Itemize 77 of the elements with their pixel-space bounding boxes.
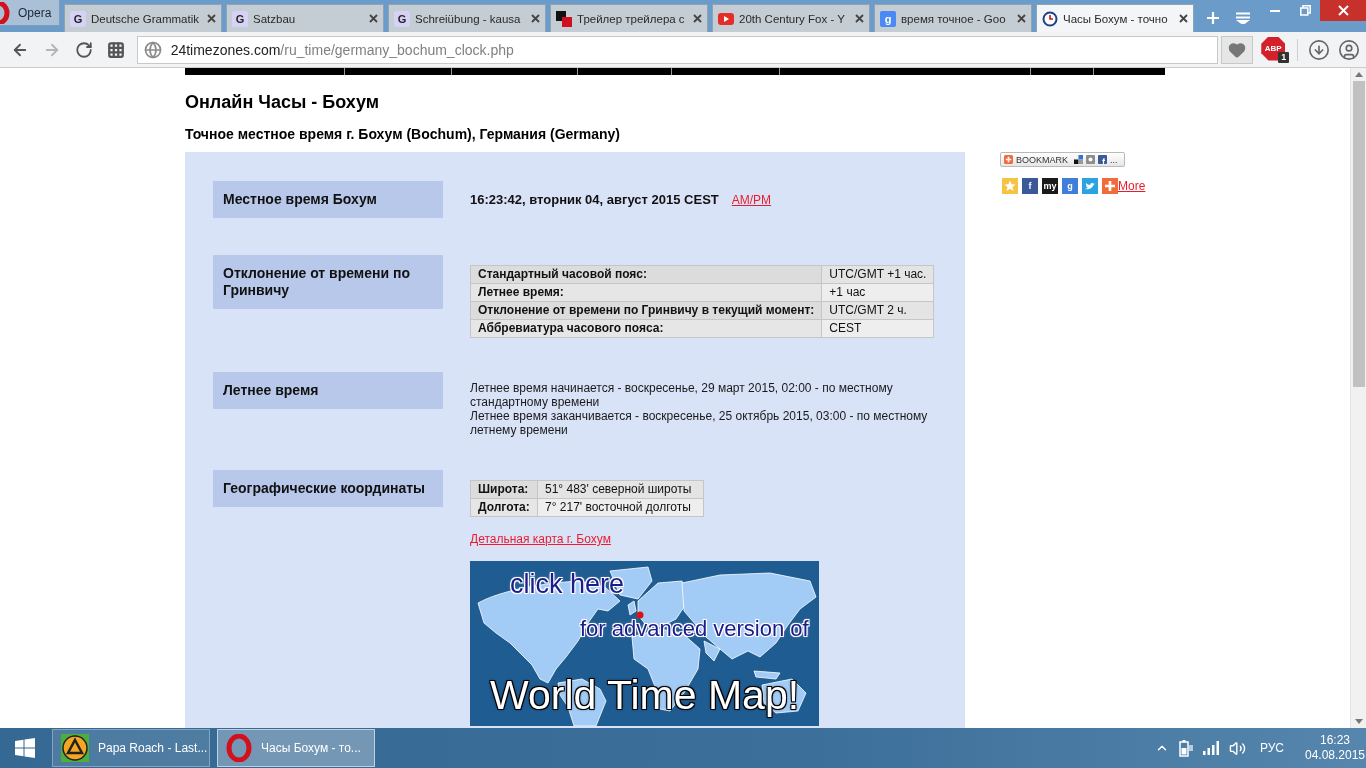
- battery-icon[interactable]: [1178, 739, 1193, 757]
- browser-tab[interactable]: 20th Century Fox - Y: [712, 4, 870, 32]
- browser-tab[interactable]: G Schreiübung - kausa: [388, 4, 546, 32]
- restore-icon: [1299, 5, 1311, 16]
- user-icon: [1338, 38, 1361, 61]
- bird-icon[interactable]: [1082, 178, 1098, 194]
- signal-icon[interactable]: [1202, 741, 1219, 755]
- grid-icon: [106, 40, 125, 59]
- speaker-icon[interactable]: [1228, 739, 1246, 757]
- count-badge: 1: [1278, 51, 1290, 63]
- page-subtitle: Точное местное время г. Бохум (Bochum), Германия (Germany): [185, 125, 621, 143]
- o-logo-icon: [0, 1, 10, 24]
- scrollbar[interactable]: [1350, 68, 1366, 728]
- close-icon[interactable]: [531, 14, 540, 23]
- page-title: Онлайн Часы - Бохум: [185, 91, 381, 113]
- local-time-text: 16:23:42, вторник 04, август 2015 CEST: [470, 192, 719, 208]
- dst-text: Летнее время начинается - воскресенье, 29 март 2015, 02:00 - по местному стандартному времени: [470, 381, 894, 409]
- table-cell: 51° 483' северной широты: [537, 480, 704, 499]
- section-label: Географические координаты: [213, 470, 443, 507]
- heart-icon: [1228, 40, 1247, 59]
- browser-tab[interactable]: Трейлер трейлера с: [550, 4, 708, 32]
- squares-icon: [556, 10, 572, 27]
- share-button[interactable]: g: [1062, 178, 1078, 194]
- clock-icon: [1042, 10, 1058, 27]
- more-link[interactable]: More: [1118, 179, 1146, 193]
- clock[interactable]: 16:23 04.08.2015: [1304, 733, 1366, 763]
- language-indicator[interactable]: РУС: [1259, 741, 1284, 755]
- close-icon[interactable]: [369, 14, 378, 23]
- browser-tab[interactable]: G Deutsche Grammatik: [64, 4, 222, 32]
- close-icon[interactable]: [855, 14, 864, 23]
- play-icon: [718, 12, 734, 25]
- browser-tab[interactable]: Часы Бохум - точно: [1036, 4, 1194, 32]
- close-icon: [1337, 5, 1349, 16]
- triangle-logo-icon: [61, 734, 89, 762]
- minimize-icon: [1270, 9, 1280, 12]
- section-label: Отклонение от времени по Гринвичу: [213, 255, 443, 309]
- star-icon[interactable]: [1002, 178, 1018, 194]
- scrollbar-thumb[interactable]: [1352, 81, 1365, 387]
- plus-icon: [1004, 155, 1013, 164]
- menu-button[interactable]: Opera: [0, 0, 60, 26]
- section-label: Летнее время: [213, 372, 443, 409]
- url-text: 24timezones.com/ru_time/germany_bochum_clock.php: [170, 41, 514, 58]
- tile-icon: [1086, 155, 1095, 164]
- menu-icon: [1235, 12, 1251, 24]
- reload-icon: [74, 40, 93, 59]
- close-icon[interactable]: [1179, 14, 1188, 23]
- share-button[interactable]: f: [1022, 178, 1038, 194]
- table-cell: UTC/GMT +1 час.: [821, 265, 934, 284]
- globe-icon: [143, 40, 162, 59]
- close-button[interactable]: [1320, 0, 1366, 21]
- favicon: G: [70, 10, 86, 27]
- bookmark-button[interactable]: BOOKMARK ...: [1000, 152, 1125, 167]
- o-logo-icon: [226, 734, 252, 762]
- taskbar-item[interactable]: Papa Roach - Last...: [52, 729, 210, 767]
- table-cell: Широта:: [470, 480, 538, 499]
- favicon: G: [232, 10, 248, 27]
- start-logo-icon: [15, 738, 35, 758]
- close-icon[interactable]: [1017, 14, 1026, 23]
- address-field[interactable]: 24timezones.com/ru_time/germany_bochum_clock.php: [136, 35, 1219, 64]
- dst-text: Летнее время заканчивается - воскресенье, 25 октябрь 2015, 03:00 - по местному летнему времени: [470, 409, 929, 437]
- browser-tab[interactable]: g время точное - Goo: [874, 4, 1032, 32]
- browser-tab[interactable]: G Satzbau: [226, 4, 384, 32]
- table-cell: Стандартный часовой пояс:: [470, 265, 822, 284]
- favicon: g: [880, 10, 896, 27]
- section-label: Местное время Бохум: [213, 181, 443, 218]
- close-icon[interactable]: [693, 14, 702, 23]
- favicon: G: [394, 10, 410, 27]
- square-icon: [1098, 155, 1107, 164]
- bookmark-heart-button[interactable]: [1221, 35, 1254, 64]
- plus-icon[interactable]: [1102, 178, 1118, 194]
- download-icon: [1308, 38, 1331, 61]
- plus-icon: [1206, 11, 1220, 25]
- caret-up-icon[interactable]: [1354, 72, 1363, 77]
- share-button[interactable]: my: [1042, 178, 1058, 194]
- squares-icon: [1074, 155, 1083, 164]
- caret-down-icon[interactable]: [1354, 719, 1363, 724]
- close-icon[interactable]: [207, 14, 216, 23]
